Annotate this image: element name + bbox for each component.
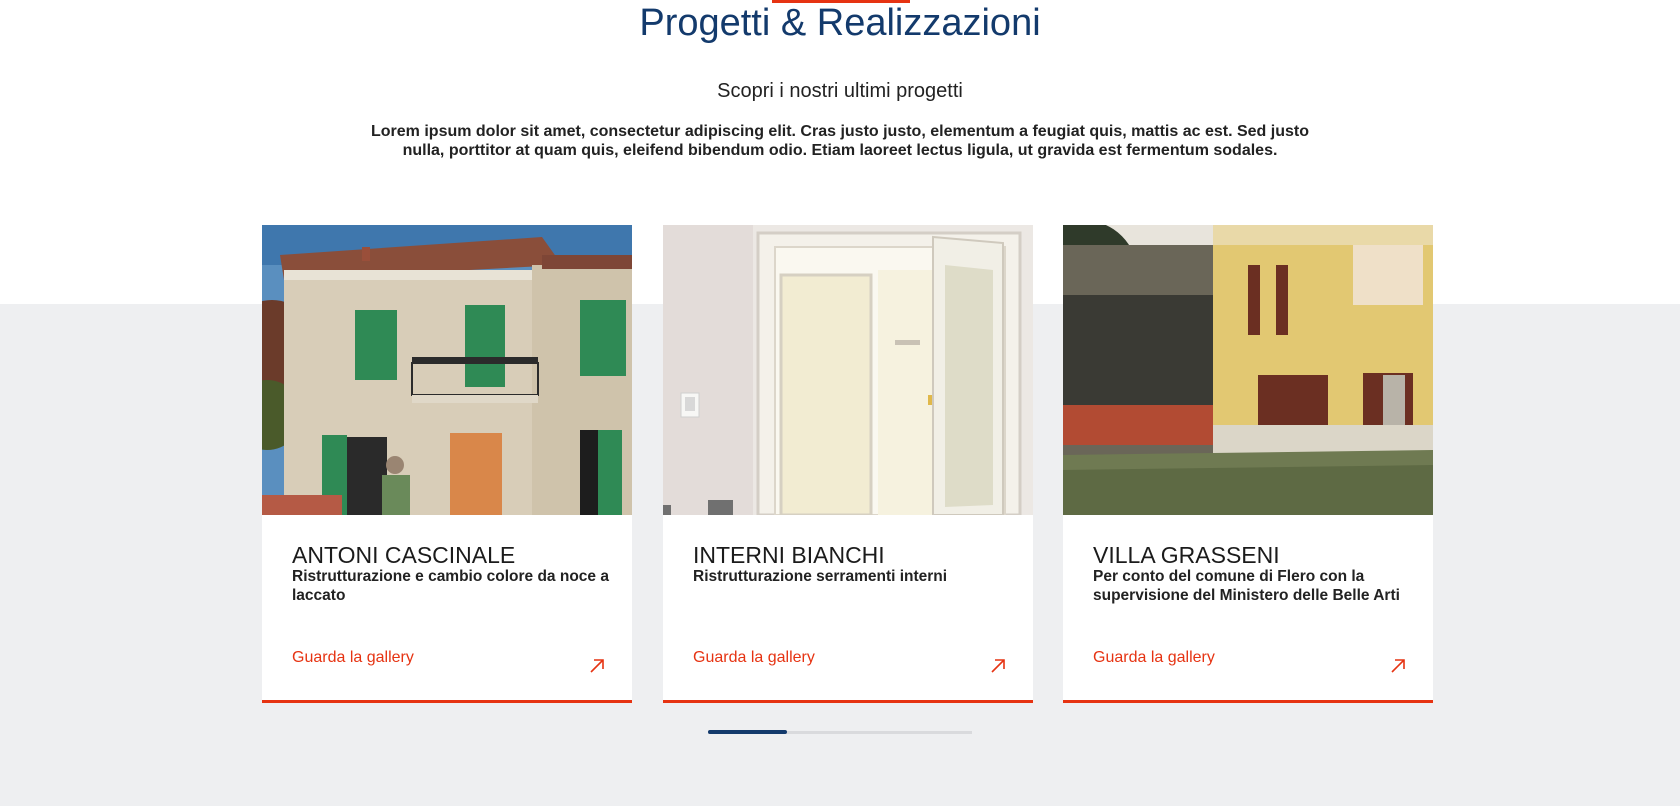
card-photo-white-door[interactable] [663,225,1033,515]
card-description: Ristrutturazione e cambio colore da noce… [292,568,609,604]
arrow-up-right-icon[interactable] [588,657,606,675]
project-card-antoni-cascinale: ANTONI CASCINALE Ristrutturazione e camb… [262,225,632,703]
card-title: ANTONI CASCINALE [292,542,516,568]
card-title: VILLA GRASSENI [1093,542,1280,568]
card-title: INTERNI BIANCHI [693,542,885,568]
gallery-link[interactable]: Guarda la gallery [693,648,815,668]
arrow-up-right-icon[interactable] [1389,657,1407,675]
card-photo-stone-house[interactable] [262,225,632,515]
card-photo-yellow-villa[interactable] [1063,225,1433,515]
carousel-scrollbar-thumb[interactable] [708,730,787,734]
section-subtitle: Scopri i nostri ultimi progetti [717,80,963,102]
section-title: Progetti & Realizzazioni [639,2,1041,44]
carousel-scrollbar[interactable] [708,730,972,734]
arrow-up-right-icon[interactable] [989,657,1007,675]
section-intro-text: Lorem ipsum dolor sit amet, consectetur … [371,123,1309,159]
card-description: Per conto del comune di Flero con la sup… [1093,568,1400,604]
gallery-link[interactable]: Guarda la gallery [292,648,414,668]
project-card-villa-grasseni: VILLA GRASSENI Per conto del comune di F… [1063,225,1433,703]
project-card-interni-bianchi: INTERNI BIANCHI Ristrutturazione serrame… [663,225,1033,703]
gallery-link[interactable]: Guarda la gallery [1093,648,1215,668]
card-description: Ristrutturazione serramenti interni [693,568,948,585]
